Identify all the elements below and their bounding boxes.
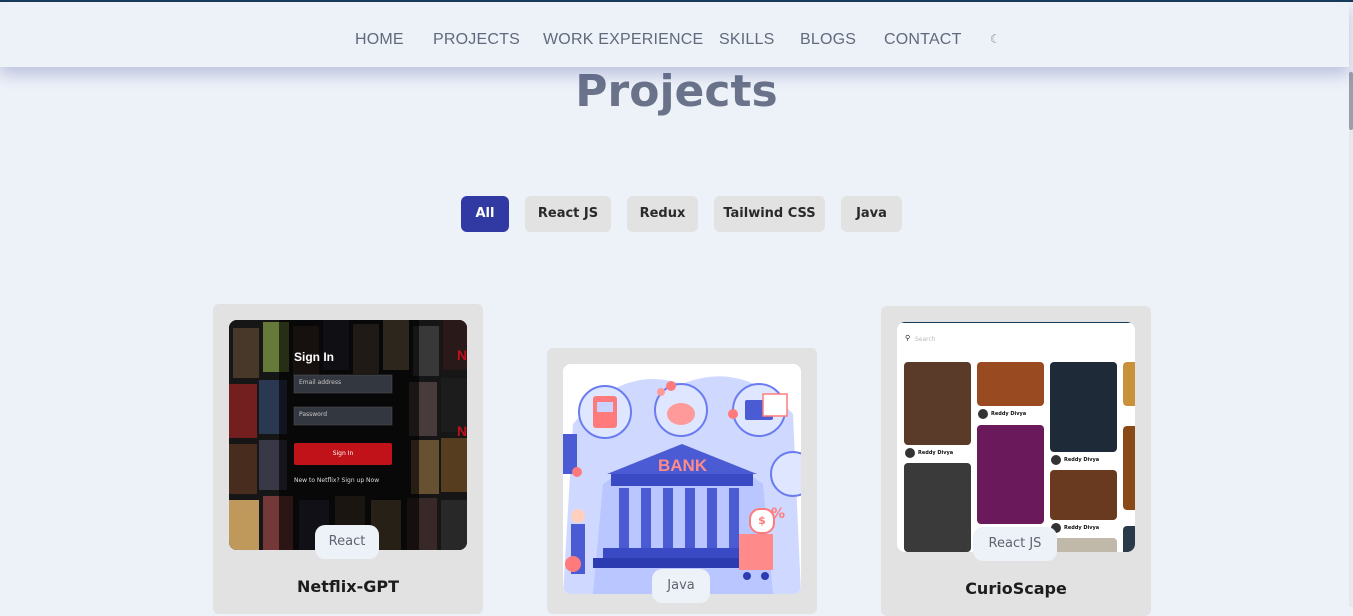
page-title: Projects [575, 66, 778, 117]
pin-user: Reddy Divya [1064, 525, 1100, 531]
signin-heading: Sign In [294, 350, 334, 364]
signup-text: New to Netflix? Sign up Now [294, 477, 380, 484]
netflix-poster-collage: N N [229, 320, 467, 550]
filter-tailwind-css[interactable]: Tailwind CSS [714, 196, 825, 232]
pin-image [904, 463, 971, 552]
pin-image [1050, 362, 1117, 452]
pin-image [1123, 426, 1135, 510]
nav-home[interactable]: HOME [355, 31, 404, 49]
pin-image [977, 362, 1044, 406]
nav-skills[interactable]: SKILLS [719, 31, 774, 49]
search-input: Search [915, 336, 936, 343]
preview-top-border [897, 322, 1135, 323]
search-icon: ⚲ [905, 334, 911, 342]
nav-blogs[interactable]: BLOGS [800, 31, 856, 49]
tech-tag: React JS [973, 527, 1057, 561]
pin-image [1123, 362, 1135, 406]
avatar [905, 448, 915, 458]
nav-contact[interactable]: CONTACT [884, 31, 962, 49]
pin-image [1123, 526, 1135, 552]
project-card-netflix[interactable]: N N Sign In Email address Password Sign … [213, 304, 483, 614]
nav-projects[interactable]: PROJECTS [433, 31, 520, 49]
project-card-bank[interactable]: BANK $ % Java [547, 348, 817, 614]
tech-tag: React [315, 525, 379, 559]
pin-image [1050, 470, 1117, 520]
pin-image [977, 425, 1044, 524]
filter-react-js[interactable]: React JS [525, 196, 611, 232]
email-field: Email address [299, 379, 342, 386]
password-field: Password [299, 411, 328, 418]
signin-button: Sign In [332, 450, 354, 457]
project-title[interactable]: CurioScape [881, 579, 1151, 598]
pin-image [904, 362, 971, 445]
project-title[interactable]: Netflix-GPT [213, 577, 483, 596]
pin-user: Reddy Divya [991, 411, 1027, 417]
filter-java[interactable]: Java [841, 196, 902, 232]
scrollbar-track[interactable] [1349, 70, 1353, 607]
pin-user: Reddy Divya [918, 450, 954, 456]
filter-redux[interactable]: Redux [627, 196, 698, 232]
filter-all[interactable]: All [461, 196, 509, 232]
bank-sign: BANK [658, 456, 708, 475]
moon-icon[interactable]: ☾ [990, 32, 1001, 46]
nav-work-experience[interactable]: WORK EXPERIENCE [543, 31, 703, 49]
bank-illustration [563, 364, 801, 594]
project-preview-image: BANK $ % [563, 364, 801, 594]
percent-icon: % [771, 506, 786, 522]
svg-text:N: N [457, 347, 467, 363]
svg-text:N: N [457, 423, 467, 439]
pin-image [1050, 538, 1117, 552]
avatar [978, 409, 988, 419]
navbar: HOME PROJECTS WORK EXPERIENCE SKILLS BLO… [0, 2, 1349, 67]
project-preview-image: ⚲ Search Reddy Divya Reddy Divya Reddy D… [897, 322, 1135, 552]
avatar [1051, 455, 1061, 465]
pin-user: Reddy Divya [1064, 457, 1100, 463]
tech-tag: Java [652, 569, 710, 603]
project-card-curioscape[interactable]: ⚲ Search Reddy Divya Reddy Divya Reddy D… [881, 306, 1151, 616]
project-preview-image: N N Sign In Email address Password Sign … [229, 320, 467, 550]
